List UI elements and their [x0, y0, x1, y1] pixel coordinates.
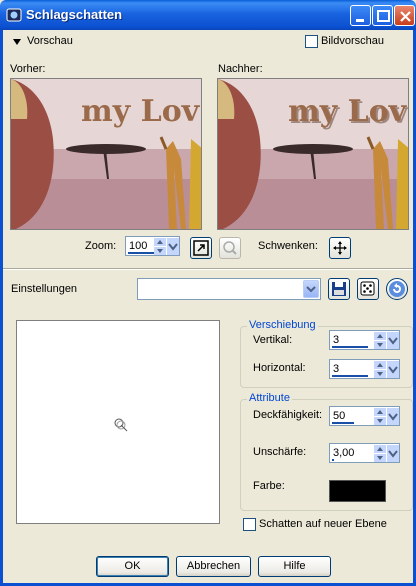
- move-icon: [333, 241, 347, 255]
- vertical-dropdown-icon[interactable]: [387, 332, 399, 349]
- opacity-spinner-icon[interactable]: [374, 408, 386, 425]
- settings-label: Einstellungen: [11, 283, 78, 295]
- shadow-handle-icon[interactable]: [111, 415, 131, 435]
- fit-zoom-button[interactable]: [190, 237, 212, 259]
- vertical-underline: [332, 346, 368, 348]
- preview-toggle-label[interactable]: Vorschau: [27, 35, 73, 47]
- cancel-button[interactable]: Abbrechen: [176, 556, 251, 577]
- randomize-button[interactable]: [357, 278, 379, 300]
- zoom-spinner-icon[interactable]: [154, 238, 166, 255]
- horizontal-underline: [332, 375, 368, 377]
- maximize-icon: [377, 10, 390, 22]
- maximize-button[interactable]: [372, 5, 393, 26]
- after-preview-scene: my Lov my Lov: [218, 79, 408, 229]
- zoom-input[interactable]: 100: [125, 236, 180, 256]
- minimize-button[interactable]: [350, 5, 371, 26]
- reset-button[interactable]: [386, 278, 408, 300]
- vertical-value: 3: [333, 334, 340, 346]
- horizontal-label: Horizontal:: [253, 362, 306, 374]
- reset-icon: [389, 281, 405, 297]
- magnifier-icon: [223, 241, 237, 255]
- horizontal-spinner-icon[interactable]: [374, 361, 386, 378]
- zoom-underline: [128, 252, 154, 254]
- after-label: Nachher:: [218, 63, 263, 75]
- blur-input[interactable]: 3,00: [329, 443, 400, 463]
- new-layer-label: Schatten auf neuer Ebene: [259, 518, 387, 530]
- dice-icon: [360, 281, 375, 296]
- blur-underline: [332, 459, 334, 461]
- resize-icon: [193, 240, 209, 256]
- before-label: Vorher:: [10, 63, 46, 75]
- vertical-label: Vertikal:: [253, 334, 293, 346]
- settings-dropdown-button[interactable]: [303, 280, 319, 298]
- image-preview-checkbox[interactable]: [305, 35, 318, 48]
- image-overlay-text: my Lov: [288, 94, 408, 129]
- window-title: Schlagschatten: [26, 7, 123, 22]
- horizontal-value: 3: [333, 363, 340, 375]
- ok-button[interactable]: OK: [96, 556, 169, 577]
- color-label: Farbe:: [253, 480, 285, 492]
- close-button[interactable]: [394, 5, 415, 26]
- blur-spinner-icon[interactable]: [374, 445, 386, 462]
- image-overlay-text: my Lov: [81, 94, 201, 129]
- opacity-underline: [332, 422, 354, 424]
- shift-group-title: Verschiebung: [247, 319, 318, 331]
- collapse-arrow-icon[interactable]: [13, 39, 21, 45]
- before-preview-image: my Lov: [10, 78, 202, 230]
- zoom-label: Zoom:: [85, 240, 117, 252]
- close-icon: [400, 11, 411, 22]
- opacity-value: 50: [333, 410, 346, 422]
- new-layer-checkbox[interactable]: [243, 518, 256, 531]
- before-preview-scene: my Lov: [11, 79, 201, 229]
- floppy-disk-icon: [332, 282, 346, 296]
- chevron-down-icon: [306, 286, 316, 293]
- blur-value: 3,00: [333, 447, 355, 459]
- help-button[interactable]: Hilfe: [258, 556, 331, 577]
- opacity-dropdown-icon[interactable]: [387, 408, 399, 425]
- save-settings-button[interactable]: [328, 278, 350, 300]
- blur-dropdown-icon[interactable]: [387, 445, 399, 462]
- title-bar[interactable]: Schlagschatten: [0, 0, 416, 30]
- minimize-icon: [356, 19, 364, 22]
- actual-size-button[interactable]: [219, 237, 241, 259]
- vertical-input[interactable]: 3: [329, 330, 400, 350]
- after-preview-image: my Lov my Lov: [217, 78, 409, 230]
- pan-button[interactable]: [329, 237, 351, 259]
- pan-label: Schwenken:: [258, 240, 318, 252]
- separator: [3, 268, 413, 270]
- zoom-dropdown-icon[interactable]: [167, 238, 179, 255]
- horizontal-input[interactable]: 3: [329, 359, 400, 379]
- vertical-spinner-icon[interactable]: [374, 332, 386, 349]
- shadow-color-swatch[interactable]: [329, 480, 386, 502]
- zoom-value: 100: [129, 240, 148, 252]
- settings-combobox[interactable]: [137, 278, 321, 300]
- horizontal-dropdown-icon[interactable]: [387, 361, 399, 378]
- image-preview-label: Bildvorschau: [321, 35, 384, 47]
- shadow-direction-canvas[interactable]: [16, 320, 220, 524]
- opacity-input[interactable]: 50: [329, 406, 400, 426]
- app-icon: [6, 8, 22, 22]
- blur-label: Unschärfe:: [253, 446, 307, 458]
- opacity-label: Deckfähigkeit:: [253, 409, 323, 421]
- attributes-group-title: Attribute: [247, 392, 292, 404]
